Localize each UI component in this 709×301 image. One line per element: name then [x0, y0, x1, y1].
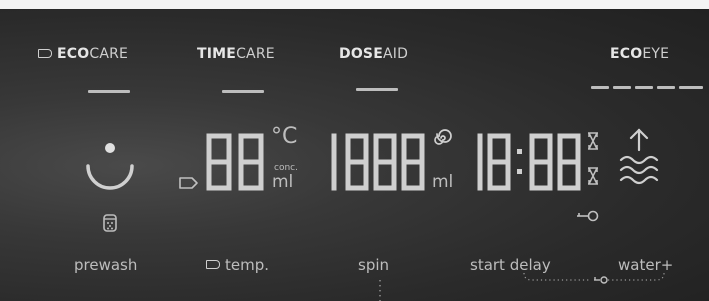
key-icon [577, 210, 599, 222]
hourglass-icon [588, 167, 598, 185]
ecoeye-indicator-4 [657, 86, 675, 89]
tag-icon [206, 260, 220, 269]
prewash-button[interactable]: prewash [74, 256, 137, 274]
top-strip [0, 0, 709, 9]
timecare-label: TIMECARE [197, 46, 275, 62]
temperature-digits [206, 133, 264, 191]
detergent-cup-icon [103, 214, 117, 232]
celsius-unit: °C [271, 124, 298, 149]
timecare-indicator [222, 90, 264, 93]
ecoeye-indicator-1 [591, 86, 609, 89]
time-digits [477, 133, 581, 191]
dose-digits [331, 133, 425, 191]
water-waves-icon [619, 128, 659, 185]
ecoeye-indicator-3 [635, 86, 653, 89]
spin-button[interactable]: spin [358, 256, 389, 274]
temp-button[interactable]: temp. [206, 256, 269, 274]
spin-connector [379, 280, 381, 301]
key-lock-connector [523, 272, 665, 284]
ecocare-indicator [88, 90, 130, 93]
ecoeye-indicator-2 [613, 86, 631, 89]
doseaid-indicator [356, 88, 398, 91]
tag-icon [179, 177, 198, 189]
ecoeye-indicator-5 [679, 86, 703, 89]
control-panel: ECOCARE TIMECARE DOSEAID ECOEYE °C conc.… [0, 0, 709, 301]
ecocare-label: ECOCARE [38, 46, 128, 62]
dose-ml-unit: ml [432, 172, 454, 192]
ecoeye-label: ECOEYE [610, 46, 670, 62]
doseaid-label: DOSEAID [339, 46, 409, 62]
power-dot-icon [86, 143, 134, 190]
tag-icon [38, 48, 52, 58]
hourglass-icon [588, 132, 598, 150]
spiral-icon [434, 129, 452, 145]
ml-unit: ml [272, 172, 294, 192]
